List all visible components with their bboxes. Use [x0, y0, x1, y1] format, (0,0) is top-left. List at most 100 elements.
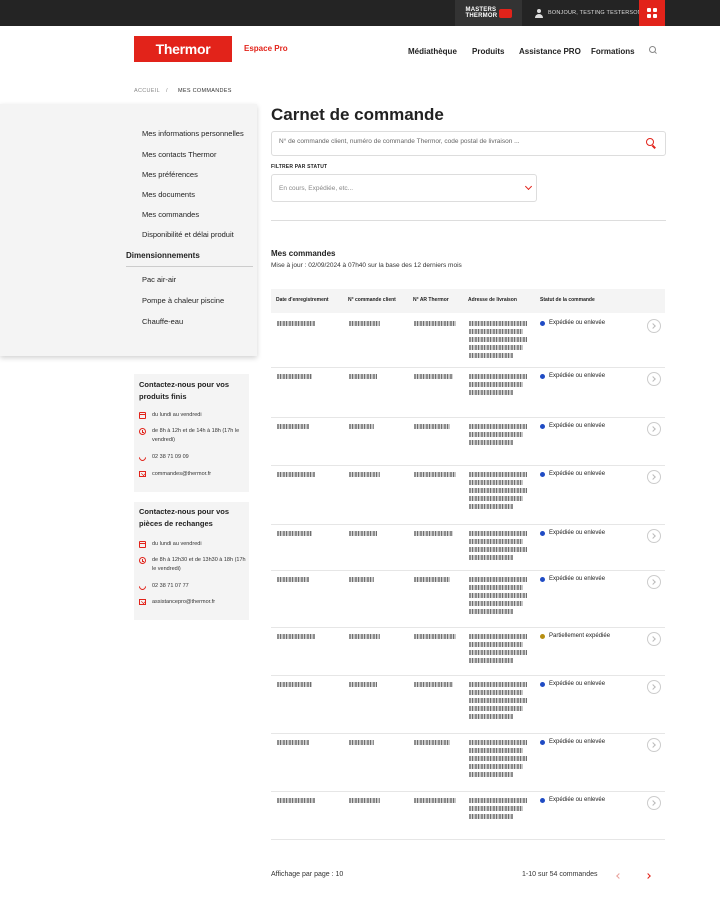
- order-detail-button[interactable]: [647, 680, 661, 694]
- sidebar-item-preferences[interactable]: Mes préférences: [142, 170, 198, 179]
- nav-produits[interactable]: Produits: [472, 47, 504, 56]
- row-divider: [271, 367, 665, 368]
- results-count: 1-10 sur 54 commandes: [522, 871, 598, 878]
- search-icon[interactable]: [649, 46, 657, 54]
- redacted-address-line: [469, 480, 523, 485]
- order-detail-button[interactable]: [647, 470, 661, 484]
- apps-grid-button[interactable]: [639, 0, 665, 26]
- per-page-selector[interactable]: Affichage par page : 10: [271, 871, 343, 878]
- order-detail-button[interactable]: [647, 372, 661, 386]
- redacted-cell: [414, 798, 456, 803]
- sidebar-item-disponibilite[interactable]: Disponibilité et délai produit: [142, 230, 234, 239]
- email-icon: [139, 471, 146, 477]
- status-dot-icon: [540, 471, 545, 477]
- redacted-address-line: [469, 382, 523, 387]
- redacted-address-line: [469, 374, 527, 379]
- redacted-address-line: [469, 321, 527, 326]
- status-badge: Expédiée ou enlevée: [540, 576, 605, 582]
- user-greeting: BONJOUR, TESTING TESTERSON: [548, 10, 642, 16]
- order-detail-button[interactable]: [647, 796, 661, 810]
- logo-text: Thermor: [155, 41, 211, 57]
- redacted-address-line: [469, 748, 523, 753]
- contact-parts-title: Contactez-nous pour vos pièces de rechan…: [139, 507, 230, 528]
- row-divider: [271, 675, 665, 676]
- breadcrumb-separator: /: [166, 88, 168, 94]
- order-detail-button[interactable]: [647, 422, 661, 436]
- status-filter-select[interactable]: En cours, Expédiée, etc...: [271, 174, 537, 202]
- redacted-cell: [414, 682, 453, 687]
- redacted-address-line: [469, 472, 527, 477]
- redacted-address-line: [469, 329, 523, 334]
- order-search-input[interactable]: [279, 138, 639, 145]
- redacted-address-line: [469, 650, 527, 655]
- calendar-icon: [139, 412, 146, 419]
- row-divider: [271, 733, 665, 734]
- sidebar-item-commandes[interactable]: Mes commandes: [142, 210, 199, 219]
- status-dot-icon: [540, 320, 545, 326]
- sidebar-item-documents[interactable]: Mes documents: [142, 190, 195, 199]
- previous-page-button[interactable]: [616, 873, 622, 879]
- sidebar-item-chauffe-eau[interactable]: Chauffe-eau: [142, 317, 183, 326]
- apps-grid-icon: [647, 8, 651, 12]
- redacted-cell: [414, 472, 456, 477]
- redacted-address-line: [469, 814, 513, 819]
- column-header-address: Adresse de livraison: [468, 297, 517, 303]
- sidebar-item-pac-air-air[interactable]: Pac air-air: [142, 275, 176, 284]
- order-search-box: [271, 131, 666, 156]
- redacted-cell: [414, 321, 456, 326]
- masters-thermor-link[interactable]: MASTERS THERMOR: [455, 0, 522, 26]
- thermor-logo[interactable]: Thermor: [134, 36, 232, 62]
- order-detail-button[interactable]: [647, 738, 661, 752]
- redacted-address-line: [469, 772, 513, 777]
- search-submit-icon[interactable]: [646, 138, 656, 148]
- order-detail-button[interactable]: [647, 575, 661, 589]
- redacted-address-line: [469, 539, 523, 544]
- contact-parts-phone[interactable]: 02 38 71 07 77: [152, 582, 189, 591]
- clock-icon: [139, 557, 146, 564]
- row-divider: [271, 839, 665, 840]
- status-dot-icon: [540, 530, 545, 536]
- contact-parts-hours: de 8h à 12h30 et de 13h30 à 18h (17h le …: [152, 557, 246, 572]
- next-page-button[interactable]: [645, 873, 651, 879]
- order-detail-button[interactable]: [647, 529, 661, 543]
- row-divider: [271, 465, 665, 466]
- contact-finished-hours: de 8h à 12h et de 14h à 18h (17h le vend…: [152, 428, 240, 443]
- redacted-cell: [277, 798, 315, 803]
- column-header-ar-thermor: N° AR Thermor: [413, 297, 449, 303]
- filter-status-label: FILTRER PAR STATUT: [271, 164, 328, 170]
- redacted-address-line: [469, 432, 523, 437]
- status-badge: Expédiée ou enlevée: [540, 530, 605, 536]
- contact-parts-email[interactable]: assistancepro@thermor.fr: [152, 598, 215, 607]
- redacted-address-line: [469, 547, 527, 552]
- nav-assistance-pro[interactable]: Assistance PRO: [519, 47, 581, 56]
- breadcrumb-home[interactable]: ACCUEIL: [134, 88, 160, 94]
- contact-finished-email[interactable]: commandes@thermor.fr: [152, 470, 211, 479]
- redacted-address-line: [469, 496, 523, 501]
- order-detail-button[interactable]: [647, 319, 661, 333]
- status-dot-icon: [540, 633, 545, 639]
- status-label: Expédiée ou enlevée: [549, 423, 606, 429]
- redacted-address-line: [469, 698, 527, 703]
- status-label: Partiellement expédiée: [549, 633, 611, 639]
- redacted-address-line: [469, 642, 523, 647]
- redacted-address-line: [469, 806, 523, 811]
- redacted-address-line: [469, 337, 527, 342]
- redacted-address-line: [469, 609, 513, 614]
- nav-formations[interactable]: Formations: [591, 47, 635, 56]
- user-account-link[interactable]: BONJOUR, TESTING TESTERSON: [535, 0, 642, 26]
- user-icon: [535, 8, 543, 18]
- phone-icon: [137, 452, 148, 463]
- orders-title: Mes commandes: [271, 249, 336, 258]
- sidebar-item-pompe-piscine[interactable]: Pompe à chaleur piscine: [142, 296, 224, 305]
- status-badge: Expédiée ou enlevée: [540, 423, 605, 429]
- contact-finished-phone[interactable]: 02 38 71 09 09: [152, 453, 189, 462]
- status-badge: Expédiée ou enlevée: [540, 471, 605, 477]
- redacted-address-line: [469, 601, 523, 606]
- order-detail-button[interactable]: [647, 632, 661, 646]
- masters-thermor-logo-icon: [498, 8, 512, 18]
- sidebar-item-informations[interactable]: Mes informations personnelles: [142, 129, 244, 138]
- nav-mediatheque[interactable]: Médiathèque: [408, 47, 457, 56]
- sidebar-item-contacts[interactable]: Mes contacts Thermor: [142, 150, 216, 159]
- redacted-cell: [414, 634, 456, 639]
- redacted-address-line: [469, 714, 513, 719]
